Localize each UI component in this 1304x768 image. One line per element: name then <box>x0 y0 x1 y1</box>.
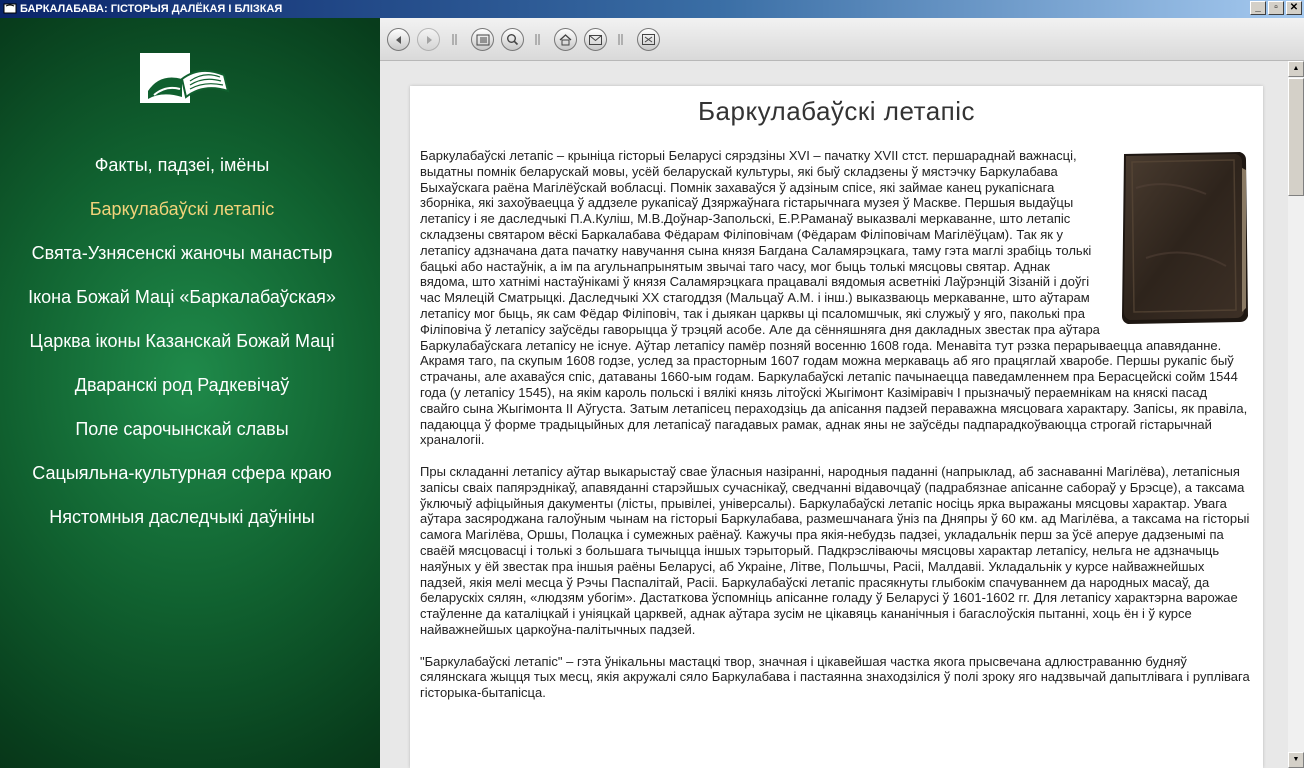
back-icon <box>395 35 401 44</box>
exit-button[interactable] <box>637 28 660 51</box>
search-button[interactable] <box>501 28 524 51</box>
toolbar-separator <box>452 34 457 45</box>
article-text: Баркулабаўскі летапіс – крыніца гісторыі… <box>420 148 1250 717</box>
sidebar-item-monastery[interactable]: Свята-Узнясенскі жаночы манастыр <box>0 240 364 284</box>
toolbar-separator <box>535 34 540 45</box>
scroll-down-button[interactable]: ▼ <box>1288 752 1304 768</box>
scroll-up-button[interactable]: ▲ <box>1288 61 1304 77</box>
sidebar-item-icon[interactable]: Ікона Божай Маці «Баркалабаўская» <box>0 284 364 328</box>
sidebar-item-radkevich[interactable]: Дваранскі род Радкевічаў <box>0 372 364 416</box>
contents-button[interactable] <box>471 28 494 51</box>
sidebar-nav: Факты, падзеі, імёны Баркулабаўскі летап… <box>0 152 364 548</box>
app-book-icon <box>3 3 17 14</box>
window-title: БАРКАЛАБАВА: ГІСТОРЫЯ ДАЛЁКАЯ І БЛІЗКАЯ <box>20 3 283 15</box>
minimize-button[interactable]: _ <box>1250 1 1266 15</box>
image-spacer <box>1100 148 1250 324</box>
home-button[interactable] <box>554 28 577 51</box>
scroll-thumb[interactable] <box>1288 78 1304 196</box>
open-book-icon[interactable] <box>140 51 232 109</box>
article-paragraph: Пры складанні летапісу аўтар выкарыстаў … <box>420 463 1250 637</box>
article-paragraph: "Баркулабаўскі летапіс" – гэта ўнікальны… <box>420 653 1250 701</box>
vertical-scrollbar[interactable]: ▲ ▼ <box>1288 61 1304 768</box>
window-controls: _ ▫ ✕ <box>1250 1 1302 15</box>
sidebar-item-social[interactable]: Сацыяльна-культурная сфера краю <box>0 460 364 504</box>
mail-icon <box>589 34 602 45</box>
window-title-bar[interactable]: БАРКАЛАБАВА: ГІСТОРЫЯ ДАЛЁКАЯ І БЛІЗКАЯ … <box>0 0 1304 18</box>
toolbar-separator <box>618 34 623 45</box>
mail-button[interactable] <box>584 28 607 51</box>
article-page: Баркулабаўскі летапіс Баркулабаўскі лета… <box>410 86 1263 768</box>
contents-icon <box>476 34 489 45</box>
forward-icon <box>426 35 432 44</box>
maximize-button[interactable]: ▫ <box>1268 1 1284 15</box>
search-icon <box>507 34 519 46</box>
close-button[interactable]: ✕ <box>1286 1 1302 15</box>
forward-button[interactable] <box>417 28 440 51</box>
back-button[interactable] <box>387 28 410 51</box>
exit-icon <box>642 34 655 45</box>
sidebar-item-facts[interactable]: Факты, падзеі, імёны <box>0 152 364 196</box>
sidebar-item-field[interactable]: Поле сарочынскай славы <box>0 416 364 460</box>
sidebar-item-church[interactable]: Царква іконы Казанскай Божай Маці <box>0 328 364 372</box>
sidebar-item-chronicle[interactable]: Баркулабаўскі летапіс <box>0 196 364 240</box>
page-title: Баркулабаўскі летапіс <box>697 96 976 126</box>
sidebar-item-researchers[interactable]: Нястомныя даследчыкі даўніны <box>0 504 364 548</box>
home-icon <box>559 33 572 45</box>
toolbar <box>380 18 1304 61</box>
sidebar: Факты, падзеі, імёны Баркулабаўскі летап… <box>0 18 380 768</box>
